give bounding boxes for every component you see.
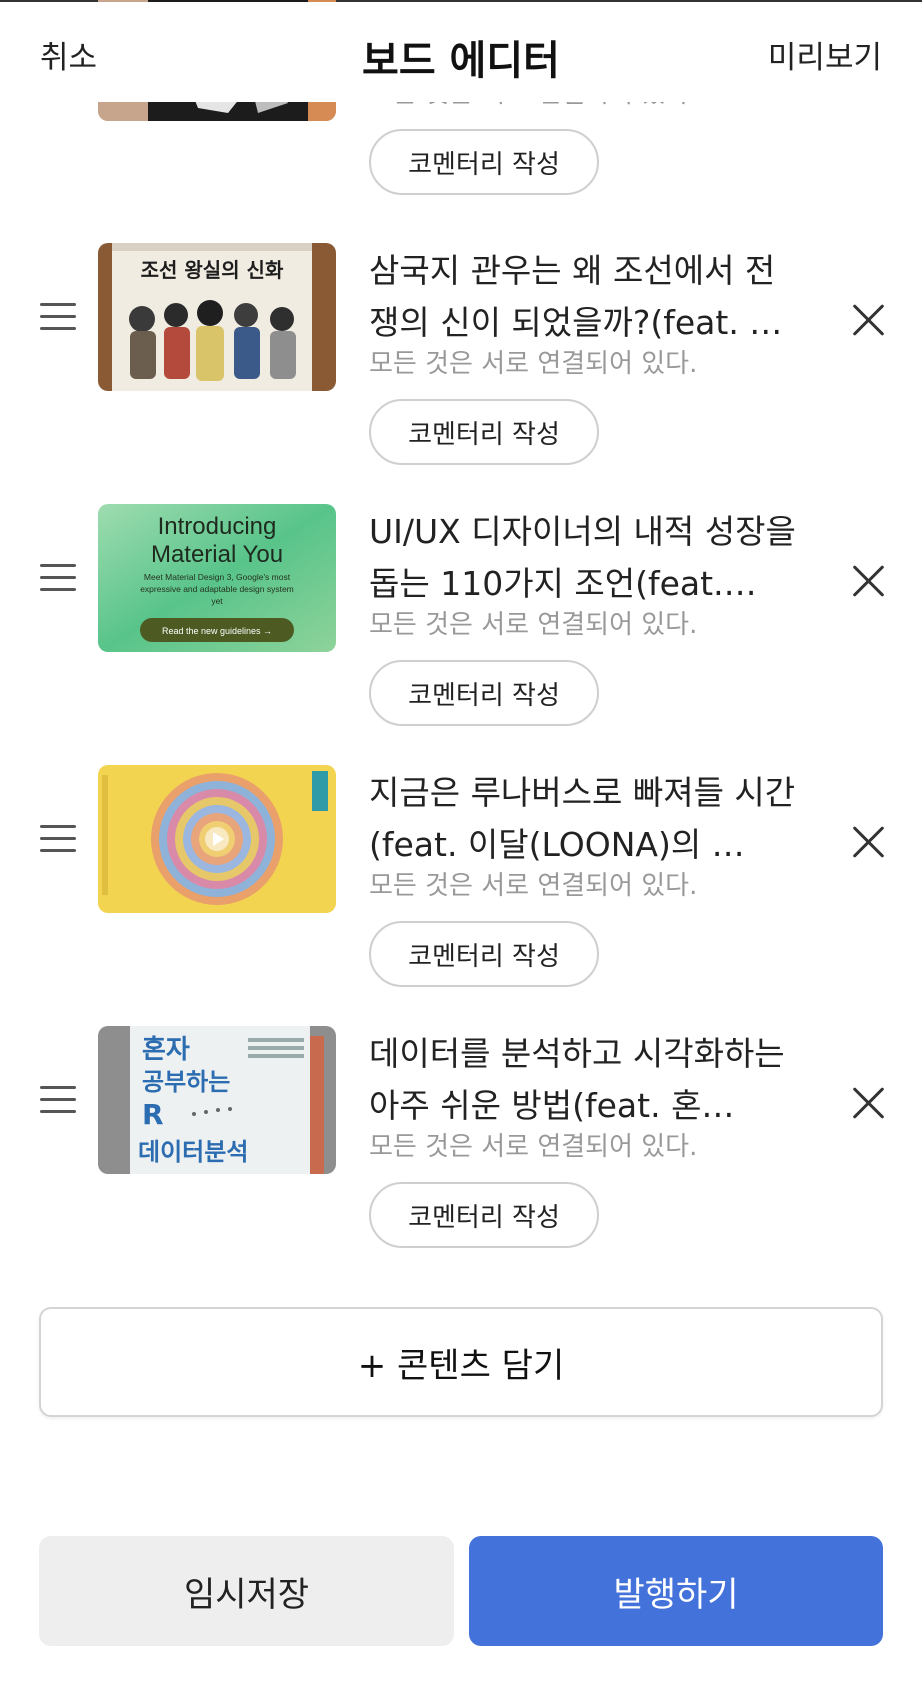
drag-handle-icon[interactable] <box>40 562 76 594</box>
material-you-banner-icon: Introducing Material You Meet Material D… <box>98 504 336 652</box>
r-book-line-1: 혼자 <box>142 1035 190 1065</box>
drag-handle-icon[interactable] <box>40 301 76 333</box>
app-header: 취소 보드 에디터 미리보기 <box>0 2 922 102</box>
material-thumbnail: Introducing Material You Meet Material D… <box>98 504 336 652</box>
write-commentary-button[interactable]: 코멘터리 작성 <box>369 399 599 465</box>
item-subtitle: 모든 것은 서로 연결되어 있다. <box>369 871 698 901</box>
video-thumbnail <box>98 765 336 913</box>
item-title: 지금은 루나버스로 빠져들 시간(feat. 이달(LOONA)의 … <box>369 773 796 864</box>
write-commentary-button[interactable]: 코멘터리 작성 <box>369 921 599 987</box>
list-item: 조선 왕실의 신화 삼국지 관우는 왜 조선에서 전쟁의 신이 되었을까?(fe… <box>0 243 922 483</box>
item-title: UI/UX 디자이너의 내적 성장을 돕는 110가지 조언(feat.… <box>369 512 796 603</box>
write-commentary-button[interactable]: 코멘터리 작성 <box>369 129 599 195</box>
material-heading-2: Material You <box>151 541 283 568</box>
material-cta: Read the new guidelines → <box>162 626 272 636</box>
item-title: 삼국지 관우는 왜 조선에서 전쟁의 신이 되었을까?(feat. … <box>369 251 783 342</box>
book-thumbnail: 조선 왕실의 신화 <box>98 243 336 391</box>
remove-item-close-icon[interactable] <box>852 1086 886 1120</box>
save-draft-button[interactable]: 임시저장 <box>39 1536 454 1646</box>
write-commentary-button[interactable]: 코멘터리 작성 <box>369 660 599 726</box>
video-play-thumbnail-icon <box>98 765 336 913</box>
material-desc-2: expressive and adaptable design system <box>140 584 294 594</box>
item-subtitle: 모든 것은 서로 연결되어 있다. <box>369 610 698 640</box>
add-content-button[interactable]: + 콘텐츠 담기 <box>39 1307 883 1417</box>
list-item: Introducing Material You Meet Material D… <box>0 504 922 744</box>
drag-handle-icon[interactable] <box>40 1084 76 1116</box>
item-subtitle: 모든 것은 서로 연결되어 있다. <box>369 1132 698 1162</box>
item-title: 데이터를 분석하고 시각화하는 아주 쉬운 방법(feat. 혼… <box>369 1034 785 1125</box>
thumb-book-title: 조선 왕실의 신화 <box>141 258 284 282</box>
content-list[interactable]: 모든 것은 서로 연결되어 있다. 코멘터리 작성 조선 왕실의 신화 <box>0 0 922 1270</box>
list-item: 지금은 루나버스로 빠져들 시간(feat. 이달(LOONA)의 … 모든 것… <box>0 765 922 1005</box>
book-cover-illustration-icon: 조선 왕실의 신화 <box>98 243 336 391</box>
remove-item-close-icon[interactable] <box>852 303 886 337</box>
publish-button[interactable]: 발행하기 <box>469 1536 883 1646</box>
material-desc-3: yet <box>211 596 223 606</box>
item-subtitle: 모든 것은 서로 연결되어 있다. <box>369 349 698 379</box>
list-item: 혼자 공부하는 R 데이터분석 데이터를 분석하고 시각화하는 아주 쉬운 방법… <box>0 1026 922 1266</box>
remove-item-close-icon[interactable] <box>852 825 886 859</box>
book-thumbnail: 혼자 공부하는 R 데이터분석 <box>98 1026 336 1174</box>
material-heading-1: Introducing <box>158 513 277 540</box>
material-desc-1: Meet Material Design 3, Google's most <box>144 572 291 582</box>
r-book-line-2: 공부하는 <box>142 1068 230 1096</box>
drag-handle-icon[interactable] <box>40 823 76 855</box>
write-commentary-button[interactable]: 코멘터리 작성 <box>369 1182 599 1248</box>
remove-item-close-icon[interactable] <box>852 564 886 598</box>
r-book-line-3: R <box>142 1098 164 1131</box>
r-book-line-4: 데이터분석 <box>138 1138 248 1166</box>
book-cover-r-icon: 혼자 공부하는 R 데이터분석 <box>98 1026 336 1174</box>
preview-button[interactable]: 미리보기 <box>768 32 882 77</box>
